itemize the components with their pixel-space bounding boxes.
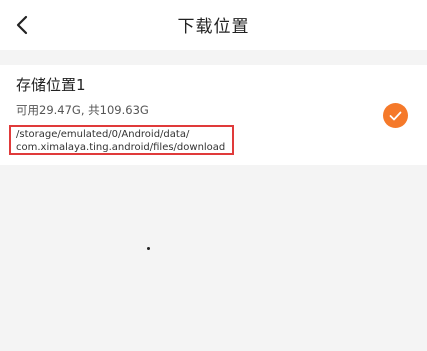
storage-path-line-2: com.ximalaya.ting.android/files/download bbox=[16, 142, 226, 153]
storage-option-item[interactable]: 存储位置1 可用29.47G, 共109.63G /storage/emulat… bbox=[0, 65, 427, 165]
page-title: 下载位置 bbox=[177, 17, 250, 37]
selected-indicator[interactable] bbox=[383, 103, 408, 128]
storage-capacity: 可用29.47G, 共109.63G bbox=[16, 103, 149, 117]
section-divider bbox=[0, 50, 427, 65]
pointer-dot bbox=[147, 247, 150, 250]
storage-name: 存储位置1 bbox=[16, 76, 86, 94]
top-bar: 下载位置 bbox=[0, 0, 427, 50]
check-icon bbox=[389, 111, 402, 120]
storage-path-highlight: /storage/emulated/0/Android/data/ com.xi… bbox=[9, 125, 234, 155]
storage-path-line-1: /storage/emulated/0/Android/data/ bbox=[16, 129, 190, 140]
